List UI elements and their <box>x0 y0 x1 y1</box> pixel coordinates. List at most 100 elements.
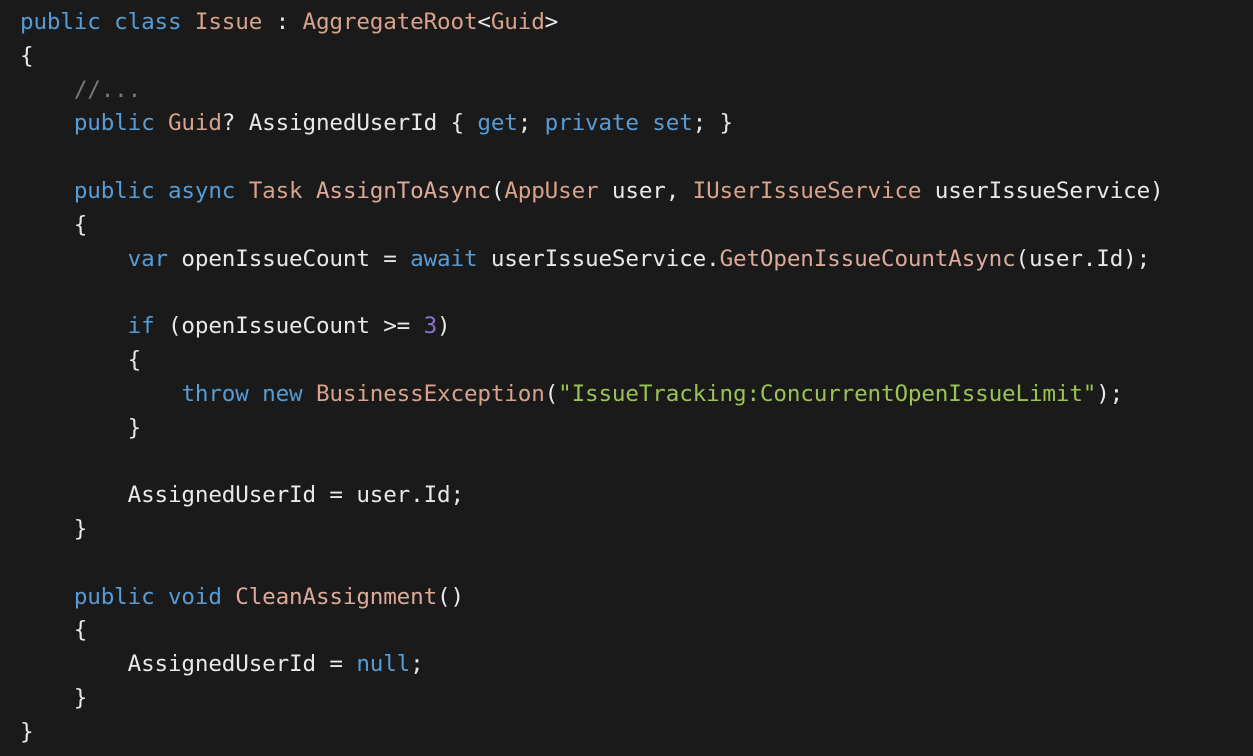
code-token-plain: ); <box>1096 380 1124 407</box>
code-line-21: } <box>20 682 1253 716</box>
code-token-kw: get <box>477 110 518 137</box>
code-token-type: Guid <box>490 9 545 35</box>
code-token-plain: (openIssueCount >= <box>154 313 424 340</box>
code-line-8: var openIssueCount = await userIssueServ… <box>20 243 1253 277</box>
code-line-1: public class Issue : AggregateRoot<Guid> <box>20 6 1253 40</box>
code-token-type: AggregateRoot <box>302 9 478 35</box>
code-token-num: 3 <box>423 313 438 340</box>
code-line-11: { <box>20 344 1253 378</box>
code-line-20: AssignedUserId = null; <box>20 648 1253 682</box>
code-token-plain: < <box>477 9 491 35</box>
code-token-plain: ; <box>517 110 545 137</box>
code-token-plain: () <box>437 583 464 610</box>
code-token-plain: { <box>20 42 34 69</box>
code-token-plain: openIssueCount = <box>167 245 411 272</box>
code-token-plain: ( <box>490 177 505 204</box>
code-line-19: { <box>20 614 1253 648</box>
code-token-kw: throw <box>181 380 249 407</box>
code-line-3: //... <box>20 74 1253 108</box>
code-token-kw: new <box>262 380 303 407</box>
code-token-type: Guid <box>167 110 222 137</box>
code-token-method: GetOpenIssueCountAsync <box>719 245 1016 272</box>
code-line-16: } <box>20 513 1253 547</box>
code-token-plain: AssignedUserId = <box>127 651 357 678</box>
code-token-type: IUserIssueService <box>692 177 922 204</box>
code-line-12: throw new BusinessException("IssueTracki… <box>20 378 1253 412</box>
code-token-type: Issue <box>194 9 263 35</box>
code-snippet-csharp: public class Issue : AggregateRoot<Guid>… <box>0 0 1253 756</box>
code-token-type: AppUser <box>504 177 599 204</box>
code-token-kw: null <box>356 651 411 678</box>
code-token-plain: { <box>20 346 142 373</box>
code-token-plain: } <box>20 515 88 542</box>
code-token-plain: } <box>20 718 34 745</box>
code-token-plain: user, <box>598 177 693 204</box>
code-token-kw: void <box>167 583 222 610</box>
code-token-plain: userIssueService) <box>921 177 1164 204</box>
code-token-kw: if <box>127 313 155 340</box>
code-token-plain: AssignedUserId <box>248 110 438 137</box>
code-token-plain: } <box>20 684 88 711</box>
code-line-2: { <box>20 40 1253 74</box>
code-token-plain: (user.Id); <box>1015 245 1151 272</box>
code-token-plain: AssignedUserId = user.Id; <box>127 482 464 509</box>
code-token-kw: async <box>167 177 236 204</box>
code-token-kw: await <box>410 245 478 272</box>
code-line-18: public void CleanAssignment() <box>20 581 1253 615</box>
code-token-plain: ? <box>221 110 249 137</box>
code-token-kw: public <box>20 9 101 35</box>
code-line-22: } <box>20 716 1253 750</box>
code-token-plain: ( <box>544 380 559 407</box>
code-token-plain: { <box>20 617 88 644</box>
code-line-6: public async Task AssignToAsync(AppUser … <box>20 175 1253 209</box>
code-line-7: { <box>20 209 1253 243</box>
code-token-kw: set <box>652 110 693 137</box>
code-token-plain: userIssueService. <box>477 245 720 272</box>
code-line-10: if (openIssueCount >= 3) <box>20 310 1253 344</box>
code-token-type: Task <box>248 177 303 204</box>
code-line-13: } <box>20 412 1253 446</box>
code-token-kw: class <box>114 9 182 35</box>
code-token-comment: //... <box>73 76 142 103</box>
code-token-plain: { <box>437 110 478 137</box>
code-token-plain: : <box>262 9 303 35</box>
code-token-kw: public <box>73 583 155 610</box>
code-token-type: BusinessException <box>315 380 545 407</box>
code-token-plain: > <box>544 9 559 35</box>
code-token-plain: } <box>20 414 142 441</box>
code-token-kw: public <box>73 110 155 137</box>
code-token-kw: var <box>127 245 169 272</box>
code-token-plain: { <box>20 211 88 238</box>
code-token-method: AssignToAsync <box>315 177 491 204</box>
code-token-kw: public <box>73 177 155 204</box>
code-line-15: AssignedUserId = user.Id; <box>20 479 1253 513</box>
code-token-kw: private <box>544 110 639 137</box>
code-token-plain: ; <box>410 651 424 678</box>
code-token-str: "IssueTracking:ConcurrentOpenIssueLimit" <box>558 380 1097 407</box>
code-token-plain: ; } <box>692 110 734 137</box>
